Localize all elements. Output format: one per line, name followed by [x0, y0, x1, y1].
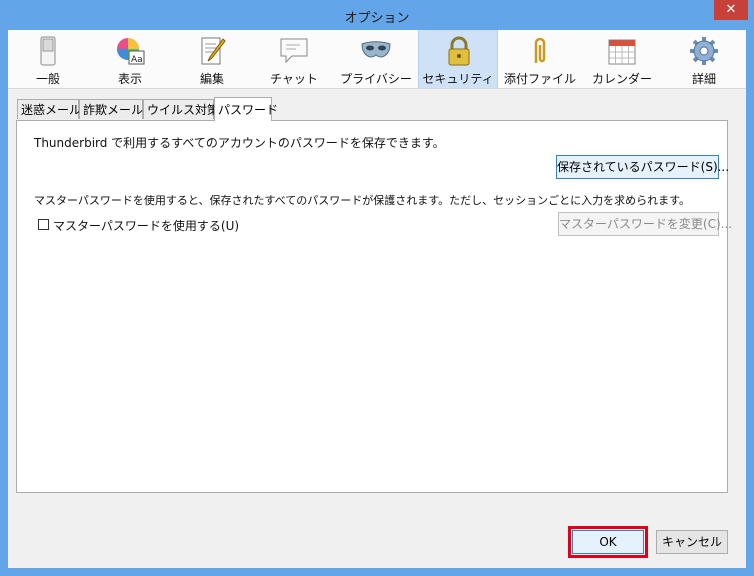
color-wheel-icon: Aa [117, 38, 145, 65]
toolbar-label: 編集 [199, 72, 224, 86]
tab-junk[interactable]: 迷惑メール [17, 99, 81, 119]
cancel-button[interactable]: キャンセル [656, 530, 728, 554]
toolbar-label: 添付ファイル [503, 72, 576, 86]
toolbar-item-attachments[interactable]: 添付ファイル [500, 30, 580, 88]
gear-icon [690, 37, 718, 65]
dialog-body: 一般 Aa 表示 編集 チャット プライバシー セキュリティ 添付ファイル カレ… [8, 30, 746, 568]
tab-passwords[interactable]: パスワード [214, 97, 278, 121]
toolbar-item-privacy[interactable]: プライバシー [336, 30, 416, 88]
toolbar-label: セキュリティ [422, 72, 494, 86]
change-master-password-button[interactable]: マスターパスワードを変更(C)... [558, 212, 732, 236]
document-pen-icon [201, 37, 226, 65]
toolbar-item-chat[interactable]: チャット [254, 30, 334, 88]
mask-icon [361, 41, 391, 58]
switch-icon [40, 36, 56, 66]
toolbar-item-security[interactable]: セキュリティ [418, 30, 498, 88]
toolbar-label: 表示 [117, 72, 142, 86]
toolbar-item-display[interactable]: Aa 表示 [90, 30, 170, 88]
toolbar-item-compose[interactable]: 編集 [172, 30, 252, 88]
toolbar-item-calendar[interactable]: カレンダー [582, 30, 662, 88]
toolbar-label: 詳細 [691, 72, 716, 86]
paperclip-icon [534, 37, 546, 63]
close-button[interactable]: ✕ [714, 0, 748, 20]
toolbar-label: プライバシー [340, 72, 412, 86]
chat-bubble-icon [280, 38, 308, 64]
title-bar[interactable]: オプション ✕ [0, 0, 754, 30]
tab-antivirus[interactable]: ウイルス対策 [143, 99, 219, 119]
toolbar-item-advanced[interactable]: 詳細 [664, 30, 744, 88]
master-password-description: マスターパスワードを使用すると、保存されたすべてのパスワードが保護されます。ただ… [34, 194, 691, 207]
category-toolbar: 一般 Aa 表示 編集 チャット プライバシー セキュリティ 添付ファイル カレ… [8, 30, 746, 89]
toolbar-label: チャット [270, 72, 318, 86]
passwords-panel: Thunderbird で利用するすべてのアカウントのパスワードを保存できます。… [16, 120, 732, 493]
options-dialog: オプション ✕ 一般 Aa 表示 編集 チャット プライバシー セキュリティ 添… [0, 0, 754, 576]
tab-scam[interactable]: 詐欺メール [79, 99, 143, 119]
master-password-checkbox-label[interactable]: マスターパスワードを使用する(U) [53, 217, 239, 234]
svg-text:Aa: Aa [131, 55, 143, 65]
toolbar-label: 一般 [35, 72, 60, 86]
window-title: オプション [344, 11, 410, 26]
passwords-description: Thunderbird で利用するすべてのアカウントのパスワードを保存できます。 [34, 136, 445, 150]
calendar-icon [608, 39, 636, 65]
ok-button-highlight [568, 526, 648, 558]
saved-passwords-button[interactable]: 保存されているパスワード(S)... [556, 155, 729, 179]
toolbar-label: カレンダー [591, 72, 652, 86]
padlock-icon [448, 36, 470, 66]
toolbar-item-general[interactable]: 一般 [8, 30, 88, 88]
master-password-checkbox[interactable] [38, 219, 49, 230]
